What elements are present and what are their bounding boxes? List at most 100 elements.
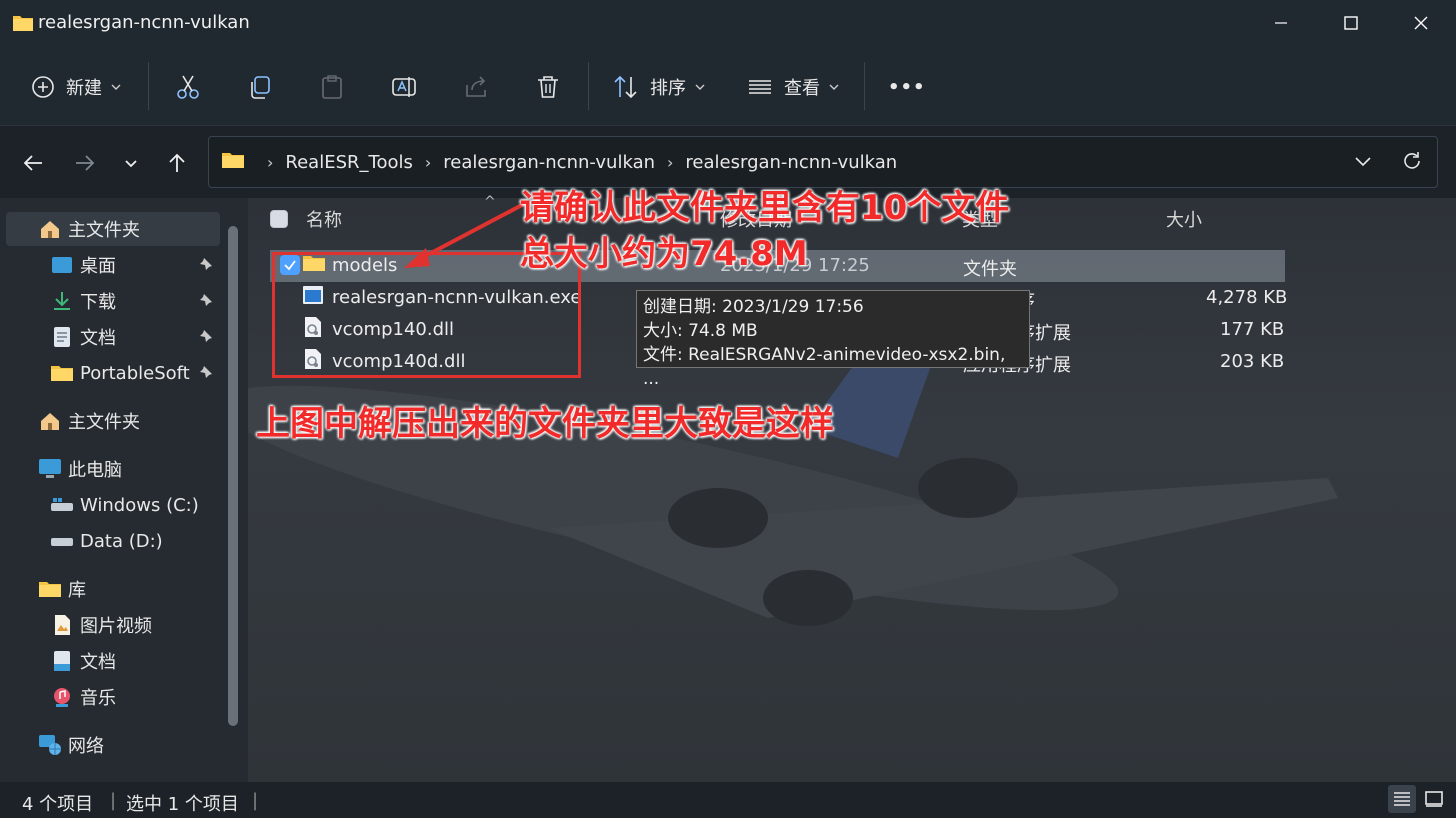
sort-label: 排序 <box>650 78 686 99</box>
copy-icon <box>251 76 270 99</box>
rename-icon <box>392 77 416 97</box>
maximize-icon <box>1344 16 1358 30</box>
pin-icon <box>198 364 214 384</box>
annotation-text-middle: 上图中解压出来的文件夹里大致是这样 <box>256 404 834 444</box>
sidebar-item-libraries[interactable]: 库 <box>38 572 86 606</box>
close-icon <box>1414 16 1428 30</box>
more-options-button[interactable]: ••• <box>888 68 926 106</box>
network-icon <box>38 733 62 757</box>
file-size: 203 KB <box>1220 351 1285 372</box>
sidebar-item-pictures[interactable]: 图片视频 <box>50 608 152 642</box>
annotation-text-size: 总大小约为74.8M <box>520 234 808 274</box>
sidebar-item-drive-c[interactable]: Windows (C:) <box>50 488 199 522</box>
document-icon <box>50 325 74 349</box>
breadcrumb-item[interactable]: realesrgan-ncnn-vulkan <box>443 152 655 173</box>
status-divider: | <box>252 790 259 811</box>
column-header-size[interactable]: 大小 <box>1166 206 1202 232</box>
delete-button[interactable] <box>534 68 562 106</box>
paste-button[interactable] <box>318 68 346 106</box>
sidebar-item-documents-2[interactable]: 文档 <box>50 644 116 678</box>
share-icon <box>466 76 486 97</box>
item-count: 4 个项目 <box>22 794 94 815</box>
details-view-button[interactable] <box>1388 785 1416 813</box>
plus-circle-icon <box>32 76 54 98</box>
window-title: realesrgan-ncnn-vulkan <box>38 12 250 33</box>
desktop-icon <box>50 253 74 277</box>
sidebar-item-label: 此电脑 <box>68 460 122 481</box>
arrow-up-icon <box>169 153 185 172</box>
sidebar-item-portablesoft[interactable]: PortableSoft <box>50 356 190 390</box>
close-button[interactable] <box>1386 0 1456 46</box>
sidebar-item-desktop[interactable]: 桌面 <box>50 248 116 282</box>
file-size: 177 KB <box>1220 319 1285 340</box>
folder-tooltip: 创建日期: 2023/1/29 17:56 大小: 74.8 MB 文件: Re… <box>636 290 1030 389</box>
sidebar-item-label: 网络 <box>68 736 104 757</box>
sidebar-item-network[interactable]: 网络 <box>38 728 104 762</box>
view-label: 查看 <box>784 78 820 99</box>
drive-icon <box>50 529 74 553</box>
sidebar-item-documents[interactable]: 文档 <box>50 320 116 354</box>
sidebar-scrollbar[interactable] <box>228 226 238 726</box>
up-button[interactable] <box>160 146 194 180</box>
sidebar-item-drive-d[interactable]: Data (D:) <box>50 524 163 558</box>
chevron-down-icon <box>829 84 839 90</box>
drive-icon <box>50 493 74 517</box>
breadcrumb-separator: › <box>267 152 274 172</box>
refresh-icon <box>1404 152 1420 169</box>
sidebar-item-downloads[interactable]: 下载 <box>50 284 116 318</box>
command-bar: 新建 排序 查看 ••• <box>0 48 1456 126</box>
share-button[interactable] <box>462 68 490 106</box>
maximize-button[interactable] <box>1316 0 1386 46</box>
sidebar-item-home[interactable]: 主文件夹 <box>38 212 140 246</box>
back-button[interactable] <box>16 146 50 180</box>
select-all-checkbox[interactable] <box>270 210 288 228</box>
address-dropdown-button[interactable] <box>1353 151 1373 176</box>
copy-button[interactable] <box>246 68 274 106</box>
selected-count: 选中 1 个项目 <box>126 794 239 815</box>
sidebar-item-label: Data (D:) <box>80 530 163 552</box>
sidebar-item-label: PortableSoft <box>80 362 190 384</box>
sidebar-item-music[interactable]: 音乐 <box>50 680 116 714</box>
chevron-down-icon <box>1355 157 1371 167</box>
folder-icon <box>221 150 245 175</box>
status-divider: | <box>110 790 117 811</box>
minimize-button[interactable] <box>1246 0 1316 46</box>
home-icon <box>38 217 62 241</box>
sidebar-item-label: 图片视频 <box>80 616 152 637</box>
document-icon <box>50 649 74 673</box>
cut-button[interactable] <box>174 68 202 106</box>
sidebar-item-label: 文档 <box>80 652 116 673</box>
new-button[interactable]: 新建 <box>30 68 122 106</box>
breadcrumb-separator: › <box>667 152 674 172</box>
annotation-arrow <box>404 202 525 268</box>
rename-button[interactable] <box>390 68 418 106</box>
sidebar-item-label: 文档 <box>80 328 116 349</box>
pictures-icon <box>50 613 74 637</box>
sort-button[interactable]: 排序 <box>612 68 706 106</box>
recent-locations-button[interactable] <box>114 146 148 180</box>
folder-icon <box>12 13 34 37</box>
sidebar-item-home-2[interactable]: 主文件夹 <box>38 404 140 438</box>
title-bar: realesrgan-ncnn-vulkan <box>0 0 1456 48</box>
sidebar-item-label: 桌面 <box>80 256 116 277</box>
column-header-name[interactable]: 名称 <box>306 206 342 232</box>
breadcrumb-item[interactable]: realesrgan-ncnn-vulkan <box>685 152 897 173</box>
home-icon <box>38 409 62 433</box>
forward-button[interactable] <box>68 146 102 180</box>
sidebar-item-this-pc[interactable]: 此电脑 <box>38 452 122 486</box>
refresh-button[interactable] <box>1401 150 1423 177</box>
status-bar: 4 个项目 | 选中 1 个项目 | <box>0 782 1456 818</box>
tooltip-created: 创建日期: 2023/1/29 17:56 <box>643 297 864 317</box>
view-button[interactable]: 查看 <box>746 68 840 106</box>
new-label: 新建 <box>66 78 102 99</box>
pin-icon <box>198 328 214 348</box>
breadcrumb-item[interactable]: RealESR_Tools <box>285 152 412 173</box>
download-icon <box>50 289 74 313</box>
pin-icon <box>198 256 214 276</box>
large-icons-view-button[interactable] <box>1420 785 1448 813</box>
sidebar-item-label: 下载 <box>80 292 116 313</box>
arrow-left-icon <box>23 155 42 171</box>
sort-icon <box>614 75 637 99</box>
minimize-icon <box>1275 22 1287 24</box>
music-icon <box>50 685 74 709</box>
